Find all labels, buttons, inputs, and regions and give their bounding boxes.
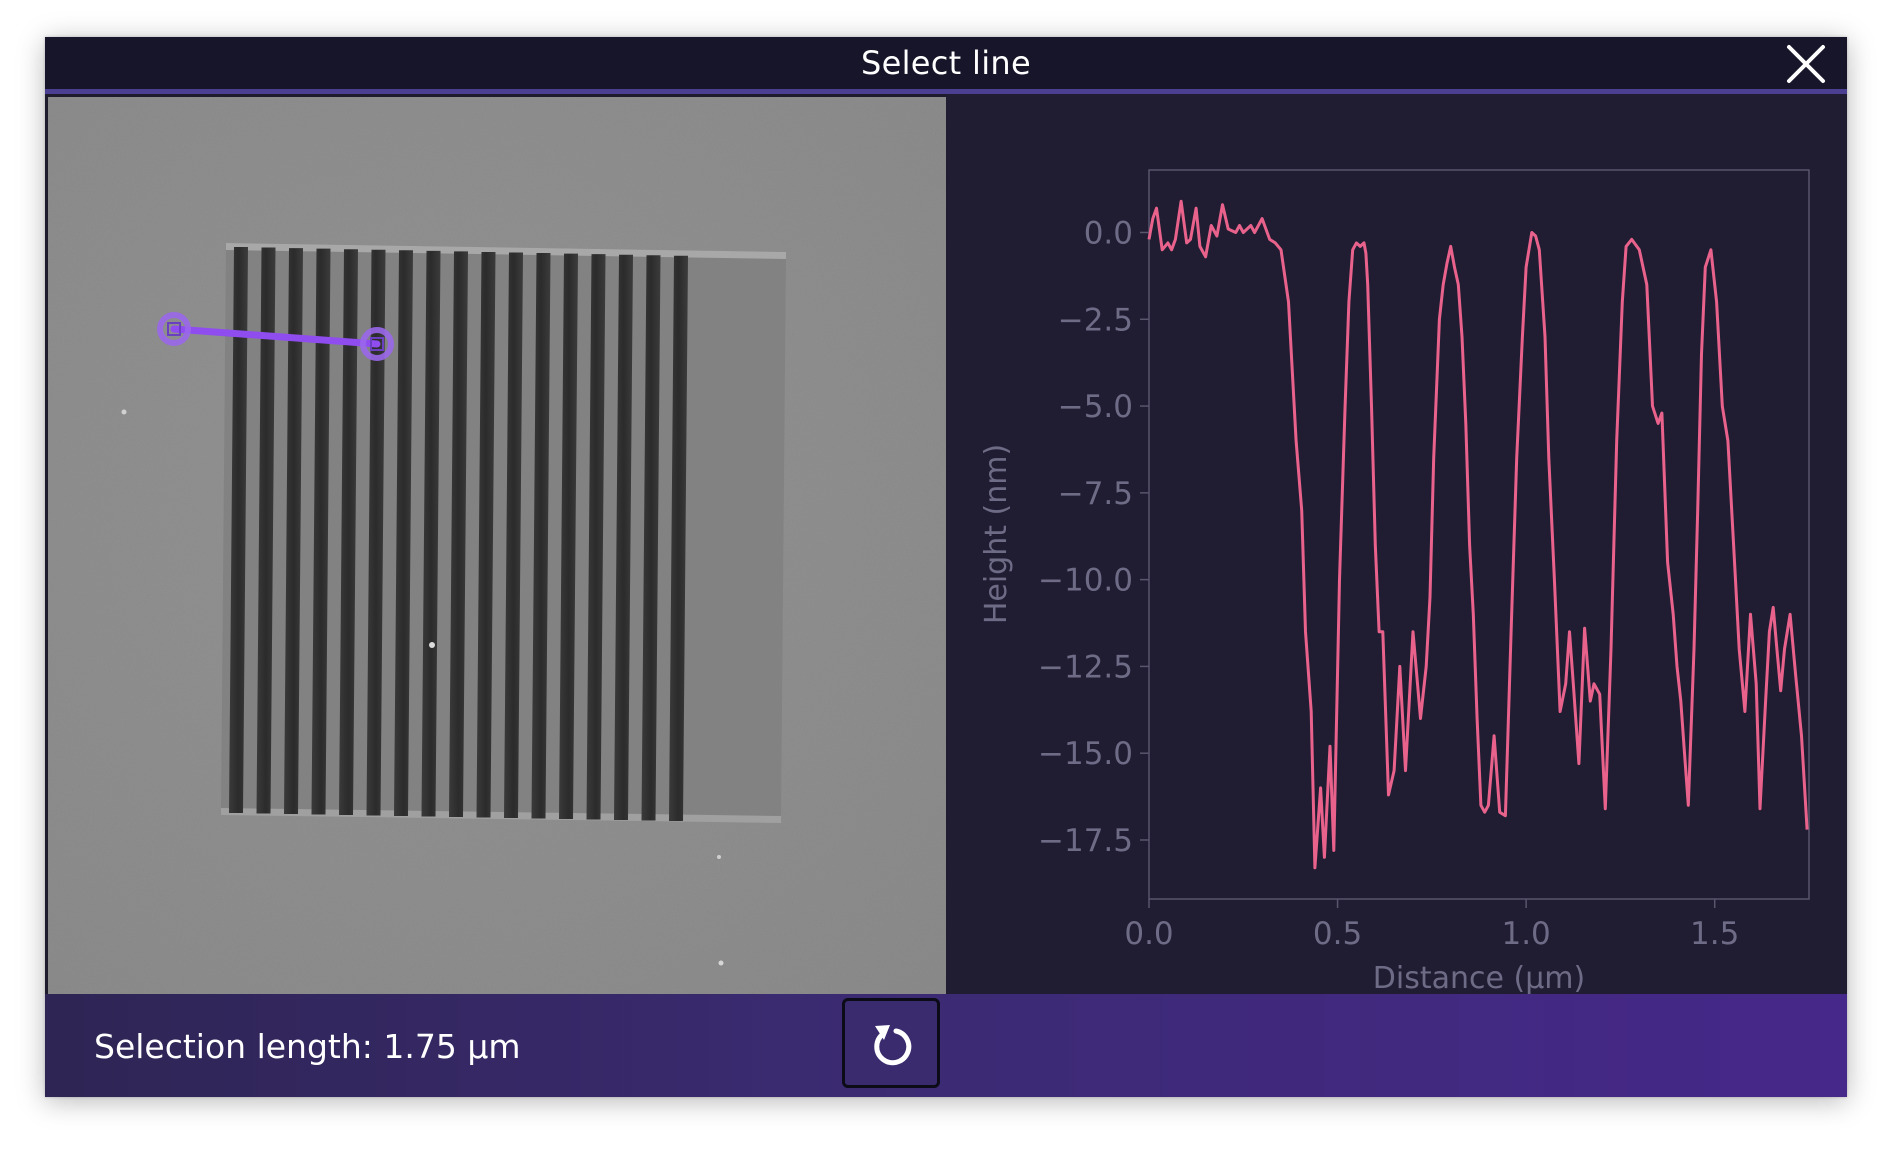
selection-length-label: Selection length: 1.75 µm (94, 1027, 521, 1066)
select-line-dialog: Select line 0.0 −2.5 −5.0 −7.5 −10.0 −12… (45, 37, 1847, 1097)
afm-scan-image[interactable] (48, 97, 946, 995)
dust-speck (429, 642, 435, 648)
reset-selection-button[interactable] (842, 998, 940, 1088)
x-tick-label: 1.5 (1690, 916, 1739, 952)
y-axis-label: Height (nm) (979, 444, 1014, 624)
reset-icon (874, 1025, 912, 1066)
dust-speck (717, 855, 721, 859)
close-icon (1787, 45, 1825, 83)
x-axis-label: Distance (µm) (1373, 961, 1585, 996)
x-tick-label: 0.5 (1313, 916, 1362, 952)
grating-pattern (221, 243, 786, 823)
dust-speck (718, 960, 724, 966)
y-tick-label: −2.5 (1058, 302, 1133, 338)
x-tick-label: 1.0 (1501, 916, 1550, 952)
x-tick-label: 0.0 (1124, 916, 1173, 952)
footer-bar: Selection length: 1.75 µm (45, 994, 1847, 1097)
title-bar: Select line (45, 37, 1847, 94)
y-tick-label: −10.0 (1038, 563, 1133, 599)
height-profile-plot: 0.0 −2.5 −5.0 −7.5 −10.0 −12.5 −15.0 −17.5 0.0 0… (946, 94, 1847, 998)
y-tick-label: −7.5 (1058, 476, 1133, 512)
y-tick-label: −15.0 (1038, 736, 1133, 772)
y-tick-label: −12.5 (1038, 649, 1133, 685)
dust-speck (121, 409, 127, 415)
y-tick-label: −17.5 (1038, 823, 1133, 859)
height-profile-chart: 0.0 −2.5 −5.0 −7.5 −10.0 −12.5 −15.0 −17.5 0.0 0… (979, 169, 1810, 996)
afm-image-view[interactable] (48, 97, 946, 995)
dialog-title: Select line (861, 44, 1031, 82)
close-button[interactable] (1783, 41, 1829, 87)
y-tick-label: −5.0 (1058, 389, 1133, 425)
y-tick-label: 0.0 (1084, 215, 1133, 251)
